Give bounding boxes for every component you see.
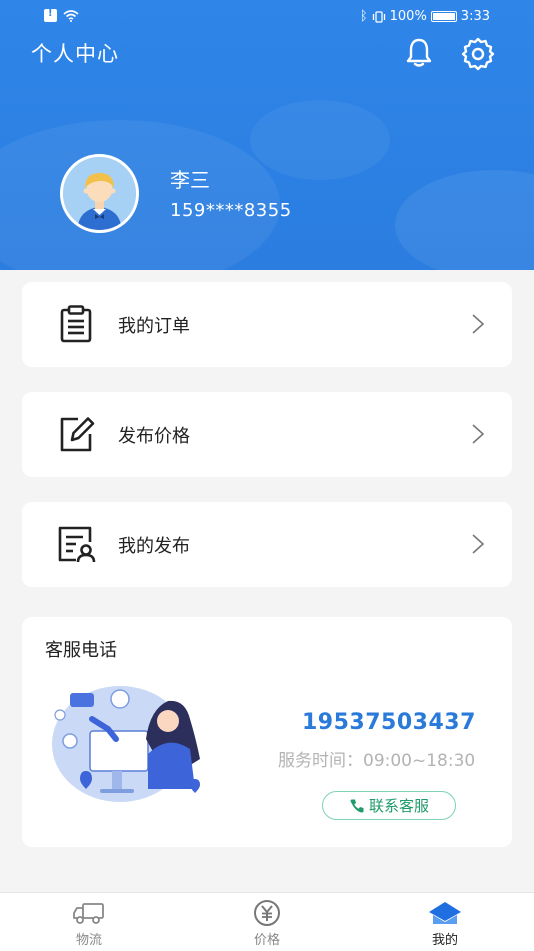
settings-button[interactable] [460, 36, 496, 72]
notification-button[interactable] [402, 36, 436, 70]
bell-icon [406, 38, 432, 67]
user-phone: 159****8355 [170, 200, 292, 221]
user-avatar-icon [63, 157, 136, 230]
bottom-tab-bar: 物流 价格 我的 [0, 892, 534, 951]
tab-label: 物流 [75, 933, 102, 948]
gear-icon [461, 37, 495, 71]
chevron-right-icon [472, 314, 485, 334]
bluetooth-icon: ᛒ [359, 9, 368, 24]
menu-label: 发布价格 [118, 426, 190, 447]
status-bar: ᛒ 100% 3:33 [0, 0, 534, 34]
edit-icon [60, 417, 95, 452]
menu-label: 我的订单 [118, 316, 190, 337]
wifi-icon [63, 9, 79, 22]
vibrate-icon [372, 10, 385, 23]
truck-icon [73, 903, 104, 924]
menu-item-my-orders[interactable]: 我的订单 [22, 282, 512, 367]
profile-header: ᛒ 100% 3:33 个人中心 [0, 0, 534, 270]
service-hours: 服务时间：09:00~18:30 [278, 751, 476, 771]
user-name: 李三 [170, 168, 210, 192]
battery-icon [430, 11, 457, 22]
customer-service-card: 客服电话 19537503437 服务时间：09:00~18:30 联系客服 [22, 617, 512, 847]
page-title: 个人中心 [31, 42, 119, 66]
phone-icon [350, 799, 364, 812]
contact-service-label: 联系客服 [368, 797, 429, 815]
tab-label: 价格 [253, 933, 280, 948]
tab-logistics[interactable]: 物流 [44, 899, 134, 949]
customer-service-illustration [52, 686, 200, 802]
clipboard-icon [60, 305, 92, 343]
contact-service-button[interactable]: 联系客服 [322, 791, 456, 820]
tab-label: 我的 [431, 933, 458, 948]
menu-item-my-posts[interactable]: 我的发布 [22, 502, 512, 587]
service-phone-number[interactable]: 19537503437 [302, 710, 476, 735]
notification-icon [44, 8, 57, 22]
yen-icon [254, 900, 280, 926]
clock: 3:33 [460, 9, 490, 24]
chevron-right-icon [472, 534, 485, 554]
battery-percent: 100% [389, 9, 427, 24]
menu-label: 我的发布 [118, 536, 190, 557]
chevron-right-icon [472, 424, 485, 444]
tab-mine[interactable]: 我的 [400, 899, 490, 949]
avatar[interactable] [60, 154, 139, 233]
tab-price[interactable]: 价格 [222, 899, 312, 949]
user-document-icon [58, 526, 96, 563]
menu-item-publish-price[interactable]: 发布价格 [22, 392, 512, 477]
service-title: 客服电话 [45, 640, 117, 661]
home-icon [429, 902, 461, 924]
